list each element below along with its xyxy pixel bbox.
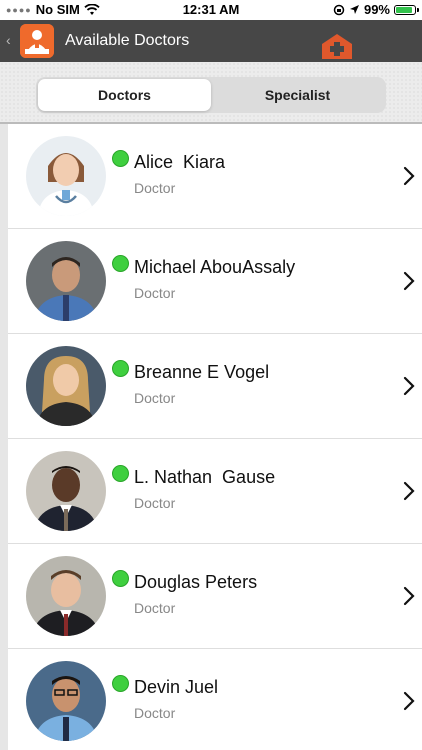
back-chevron-icon[interactable]: ‹ bbox=[6, 32, 11, 48]
doctor-row[interactable]: L. Nathan Gause Doctor bbox=[8, 439, 422, 544]
tab-bar-area: Doctors Specialist bbox=[0, 62, 422, 124]
page-title: Available Doctors bbox=[65, 32, 190, 49]
doctor-name: Alice Kiara bbox=[134, 152, 226, 172]
avatar bbox=[26, 241, 106, 321]
location-arrow-icon bbox=[349, 5, 359, 14]
chevron-right-icon[interactable] bbox=[402, 374, 416, 398]
avatar bbox=[26, 136, 106, 216]
doctor-role: Doctor bbox=[134, 390, 176, 406]
doctor-list: Alice Kiara Doctor Michael AbouAssaly Do… bbox=[8, 124, 422, 750]
tab-specialist[interactable]: Specialist bbox=[211, 79, 384, 111]
doctor-name: Douglas Peters bbox=[134, 572, 258, 592]
doctor-name: L. Nathan Gause bbox=[134, 467, 276, 487]
avatar bbox=[26, 661, 106, 741]
chevron-right-icon[interactable] bbox=[402, 164, 416, 188]
online-status-icon bbox=[112, 570, 129, 587]
online-status-icon bbox=[112, 150, 129, 167]
doctor-name: Devin Juel bbox=[134, 677, 219, 697]
battery-icon bbox=[394, 4, 419, 15]
doctor-role: Doctor bbox=[134, 705, 176, 721]
battery-percent: 99% bbox=[363, 2, 390, 17]
status-bar: ●●●● No SIM 12:31 AM 99% bbox=[0, 0, 422, 20]
doctor-name: Breanne E Vogel bbox=[134, 362, 270, 382]
doctor-name: Michael AbouAssaly bbox=[134, 257, 296, 277]
online-status-icon bbox=[112, 255, 129, 272]
hospital-icon[interactable] bbox=[320, 32, 354, 60]
doctor-role: Doctor bbox=[134, 495, 176, 511]
online-status-icon bbox=[112, 360, 129, 377]
online-status-icon bbox=[112, 465, 129, 482]
doctor-row[interactable]: Michael AbouAssaly Doctor bbox=[8, 229, 422, 334]
rotation-lock-icon bbox=[333, 4, 345, 15]
doctor-logo-icon bbox=[20, 24, 54, 58]
app-logo bbox=[20, 24, 54, 58]
chevron-right-icon[interactable] bbox=[402, 689, 416, 713]
doctor-row[interactable]: Breanne E Vogel Doctor bbox=[8, 334, 422, 439]
chevron-right-icon[interactable] bbox=[402, 584, 416, 608]
status-right: 99% bbox=[333, 2, 419, 17]
chevron-right-icon[interactable] bbox=[402, 479, 416, 503]
segmented-control: Doctors Specialist bbox=[36, 77, 386, 113]
tab-doctors[interactable]: Doctors bbox=[38, 79, 211, 111]
avatar bbox=[26, 346, 106, 426]
online-status-icon bbox=[112, 675, 129, 692]
doctor-role: Doctor bbox=[134, 600, 176, 616]
nav-bar: ‹ Available Doctors bbox=[0, 20, 422, 62]
avatar bbox=[26, 451, 106, 531]
chevron-right-icon[interactable] bbox=[402, 269, 416, 293]
doctor-role: Doctor bbox=[134, 180, 176, 196]
doctor-role: Doctor bbox=[134, 285, 176, 301]
avatar bbox=[26, 556, 106, 636]
doctor-row[interactable]: Alice Kiara Doctor bbox=[8, 124, 422, 229]
doctor-row[interactable]: Douglas Peters Doctor bbox=[8, 544, 422, 649]
list-edge bbox=[0, 124, 8, 750]
doctor-row[interactable]: Devin Juel Doctor bbox=[8, 649, 422, 750]
